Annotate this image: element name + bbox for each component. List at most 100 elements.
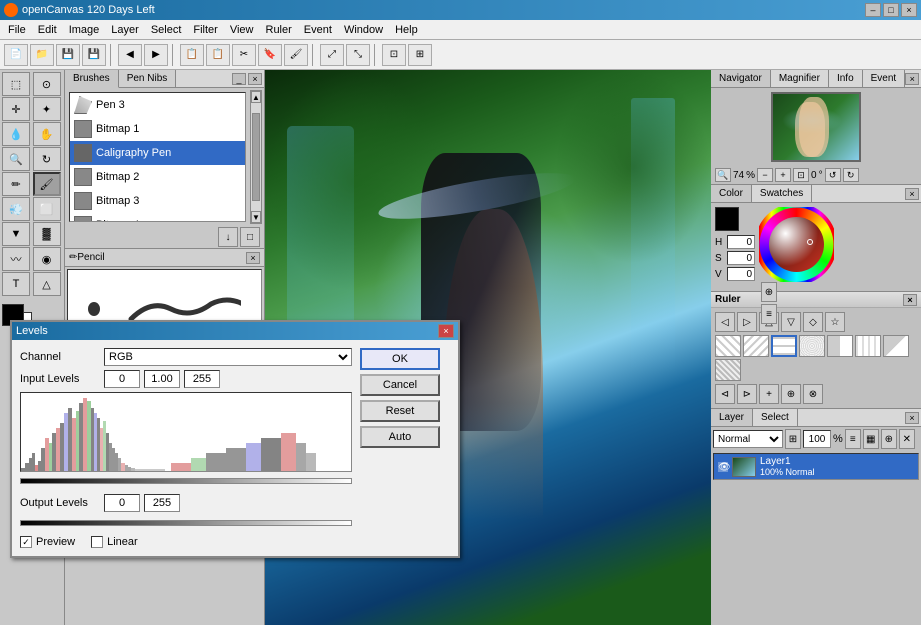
tool-move[interactable]: ✛ xyxy=(2,97,30,121)
transform-btn[interactable]: ⤢ xyxy=(320,44,344,66)
stamp-btn[interactable]: 🔖 xyxy=(258,44,282,66)
brush-bitmap2[interactable]: Bitmap 2 xyxy=(70,165,245,189)
tool-zoom[interactable]: 🔍 xyxy=(2,147,30,171)
brush-pen3[interactable]: Pen 3 xyxy=(70,93,245,117)
save-all-btn[interactable]: 💾 xyxy=(82,44,106,66)
brush-scrollbar[interactable]: ▲ ▼ xyxy=(250,90,262,224)
cut-btn[interactable]: ✂ xyxy=(232,44,256,66)
tool-eyedrop[interactable]: 💧 xyxy=(2,122,30,146)
tab-navigator[interactable]: Navigator xyxy=(711,70,771,87)
open-btn[interactable]: 📁 xyxy=(30,44,54,66)
layer-icon-1[interactable]: ⊞ xyxy=(785,429,801,449)
brushes-close[interactable]: × xyxy=(248,73,262,85)
maximize-button[interactable]: □ xyxy=(883,3,899,17)
tab-swatches[interactable]: Swatches xyxy=(752,185,812,202)
tab-pen-nibs[interactable]: Pen Nibs xyxy=(119,70,177,87)
ruler-pat-2[interactable] xyxy=(743,335,769,357)
ruler-move-3[interactable]: + xyxy=(759,384,779,404)
tab-select[interactable]: Select xyxy=(753,409,798,426)
preview-checkbox[interactable] xyxy=(20,536,32,548)
menu-ruler[interactable]: Ruler xyxy=(260,22,298,38)
tool-airbrush[interactable]: 💨 xyxy=(2,197,30,221)
ruler-move-5[interactable]: ⊗ xyxy=(803,384,823,404)
zoom-fit[interactable]: ⊡ xyxy=(793,168,809,182)
scroll-down[interactable]: ▼ xyxy=(251,211,261,223)
tool-erase[interactable]: ⬜ xyxy=(33,197,61,221)
input-slider[interactable] xyxy=(20,478,352,484)
levels-close-btn[interactable]: × xyxy=(438,324,454,338)
tool-text[interactable]: T xyxy=(2,272,30,296)
tab-info[interactable]: Info xyxy=(829,70,863,87)
tab-brushes[interactable]: Brushes xyxy=(65,70,119,88)
ruler-move-4[interactable]: ⊕ xyxy=(781,384,801,404)
ruler-pat-5[interactable] xyxy=(827,335,853,357)
output-low[interactable] xyxy=(104,494,140,512)
brush-bitmap4[interactable]: Bitmap 4 xyxy=(70,213,245,222)
input-mid[interactable] xyxy=(144,370,180,388)
copy-btn[interactable]: 📋 xyxy=(180,44,204,66)
redo-btn[interactable]: ▶ xyxy=(144,44,168,66)
color-icon-1[interactable]: ⊕ xyxy=(761,282,777,302)
brushes-minimize[interactable]: _ xyxy=(232,73,246,85)
tool-gradient[interactable]: ▓ xyxy=(33,222,61,246)
tool-blur[interactable]: ◉ xyxy=(33,247,61,271)
layer-icon-3[interactable]: ▦ xyxy=(863,429,879,449)
save-btn[interactable]: 💾 xyxy=(56,44,80,66)
layer-list[interactable]: 👁 Layer1 100% Normal xyxy=(713,453,919,480)
menu-layer[interactable]: Layer xyxy=(105,22,145,38)
ok-button[interactable]: OK xyxy=(360,348,440,370)
tab-event[interactable]: Event xyxy=(863,70,906,87)
ruler-pat-7[interactable] xyxy=(883,335,909,357)
scroll-thumb[interactable] xyxy=(252,113,260,201)
tool-lasso[interactable]: ⊙ xyxy=(33,72,61,96)
ruler-pat-3[interactable] xyxy=(771,335,797,357)
layer-icon-5[interactable]: ✕ xyxy=(899,429,915,449)
ruler-move-1[interactable]: ⊲ xyxy=(715,384,735,404)
layer-item-1[interactable]: 👁 Layer1 100% Normal xyxy=(714,454,918,479)
menu-event[interactable]: Event xyxy=(298,22,338,38)
output-slider[interactable] xyxy=(20,520,352,526)
reset-button[interactable]: Reset xyxy=(360,400,440,422)
menu-image[interactable]: Image xyxy=(63,22,106,38)
pencil-close[interactable]: × xyxy=(246,252,260,264)
brush-list[interactable]: Pen 3 Bitmap 1 Caligraphy Pen Bitma xyxy=(69,92,246,222)
ruler-close[interactable]: × xyxy=(903,294,917,306)
menu-view[interactable]: View xyxy=(224,22,260,38)
tool-fill[interactable]: ▼ xyxy=(2,222,30,246)
tool-pencil[interactable]: ✏ xyxy=(2,172,30,196)
color-wheel-container[interactable]: ⊕ ≡ xyxy=(759,207,839,287)
layer-icon-4[interactable]: ⊕ xyxy=(881,429,897,449)
more-btn[interactable]: ⊞ xyxy=(408,44,432,66)
rotate-cw[interactable]: ↻ xyxy=(843,168,859,182)
tab-color[interactable]: Color xyxy=(711,185,752,202)
ruler-pat-1[interactable] xyxy=(715,335,741,357)
layer-opacity-input[interactable] xyxy=(803,430,831,448)
tool-smudge[interactable]: 〰 xyxy=(2,247,30,271)
tool-shape[interactable]: △ xyxy=(33,272,61,296)
crop-btn[interactable]: ⊡ xyxy=(382,44,406,66)
brush-action-2[interactable]: □ xyxy=(240,227,260,247)
h-value[interactable] xyxy=(727,235,755,249)
ruler-pat-4[interactable] xyxy=(799,335,825,357)
tool-magic-wand[interactable]: ✦ xyxy=(33,97,61,121)
ruler-move-2[interactable]: ⊳ xyxy=(737,384,757,404)
zoom-plus[interactable]: + xyxy=(775,168,791,182)
ruler-tool-1[interactable]: ◁ xyxy=(715,312,735,332)
brush-action-1[interactable]: ↓ xyxy=(218,227,238,247)
brush-calligraphy[interactable]: Caligraphy Pen xyxy=(70,141,245,165)
transform2-btn[interactable]: ⤡ xyxy=(346,44,370,66)
nav-close[interactable]: × xyxy=(905,73,919,85)
new-btn[interactable]: 📄 xyxy=(4,44,28,66)
output-high[interactable] xyxy=(144,494,180,512)
ruler-tool-2[interactable]: ▷ xyxy=(737,312,757,332)
cancel-button[interactable]: Cancel xyxy=(360,374,440,396)
fill-btn[interactable]: 🖌 xyxy=(284,44,308,66)
tool-select-rect[interactable]: ⬚ xyxy=(2,72,30,96)
ruler-pat-8[interactable] xyxy=(715,359,741,381)
linear-checkbox[interactable] xyxy=(91,536,103,548)
ruler-pat-6[interactable] xyxy=(855,335,881,357)
current-color-swatch[interactable] xyxy=(715,207,739,231)
menu-edit[interactable]: Edit xyxy=(32,22,63,38)
layer-mode-select[interactable]: Normal xyxy=(713,430,783,448)
layer-close[interactable]: × xyxy=(905,412,919,424)
